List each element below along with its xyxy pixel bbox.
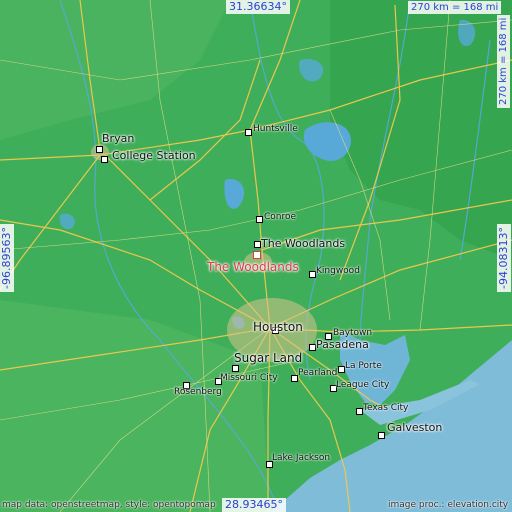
city-label-galveston: Galveston — [387, 421, 443, 434]
map-viewport[interactable]: Bryan College Station Huntsville Conroe … — [0, 0, 512, 512]
sugar-land-marker — [232, 365, 239, 372]
city-label-missouri-city: Missouri City — [220, 373, 278, 383]
scale-bar-horizontal: 270 km = 168 mi — [408, 1, 502, 14]
city-label-pearland: Pearland — [298, 368, 338, 378]
north-coordinate-label: 31.36634° — [226, 0, 290, 14]
east-coordinate-label: -94.08313° — [497, 224, 511, 292]
conroe-marker — [256, 216, 263, 223]
galveston-marker — [378, 432, 385, 439]
city-label-college-station: College Station — [112, 149, 196, 162]
image-processing-credit: image proc.: elevation.city — [388, 500, 509, 510]
focus-location-marker[interactable] — [253, 251, 261, 259]
scale-bar-vertical: 270 km = 168 mi — [497, 14, 510, 108]
huntsville-marker — [245, 129, 252, 136]
city-label-houston: Houston — [253, 320, 303, 334]
south-coordinate-label: 28.93465° — [222, 498, 286, 512]
map-data-credit: map data: openstreetmap, style: opentopo… — [2, 500, 216, 510]
focus-place-label[interactable]: The Woodlands — [207, 260, 299, 274]
city-label-la-porte: La Porte — [345, 361, 382, 371]
city-label-conroe: Conroe — [264, 212, 297, 222]
city-label-huntsville: Huntsville — [253, 124, 298, 134]
la-porte-marker — [338, 366, 345, 373]
texas-city-marker — [356, 408, 363, 415]
city-label-texas-city: Texas City — [363, 403, 409, 413]
city-label-bryan: Bryan — [102, 132, 135, 145]
city-label-sugar-land: Sugar Land — [234, 351, 303, 365]
city-label-league-city: League City — [336, 380, 390, 390]
kingwood-marker — [309, 271, 316, 278]
city-label-baytown: Baytown — [333, 328, 373, 338]
pasadena-marker — [309, 344, 316, 351]
the-woodlands-marker — [254, 241, 261, 248]
city-label-lake-jackson: Lake Jackson — [272, 453, 331, 463]
city-label-pasadena: Pasadena — [316, 338, 369, 351]
college-station-marker — [101, 156, 108, 163]
pearland-marker — [291, 375, 298, 382]
bryan-marker — [96, 146, 103, 153]
west-coordinate-label: -96.89563° — [0, 224, 14, 292]
city-label-the-woodlands: The Woodlands — [261, 237, 346, 250]
city-label-rosenberg: Rosenberg — [174, 387, 222, 397]
city-label-kingwood: Kingwood — [316, 266, 360, 276]
